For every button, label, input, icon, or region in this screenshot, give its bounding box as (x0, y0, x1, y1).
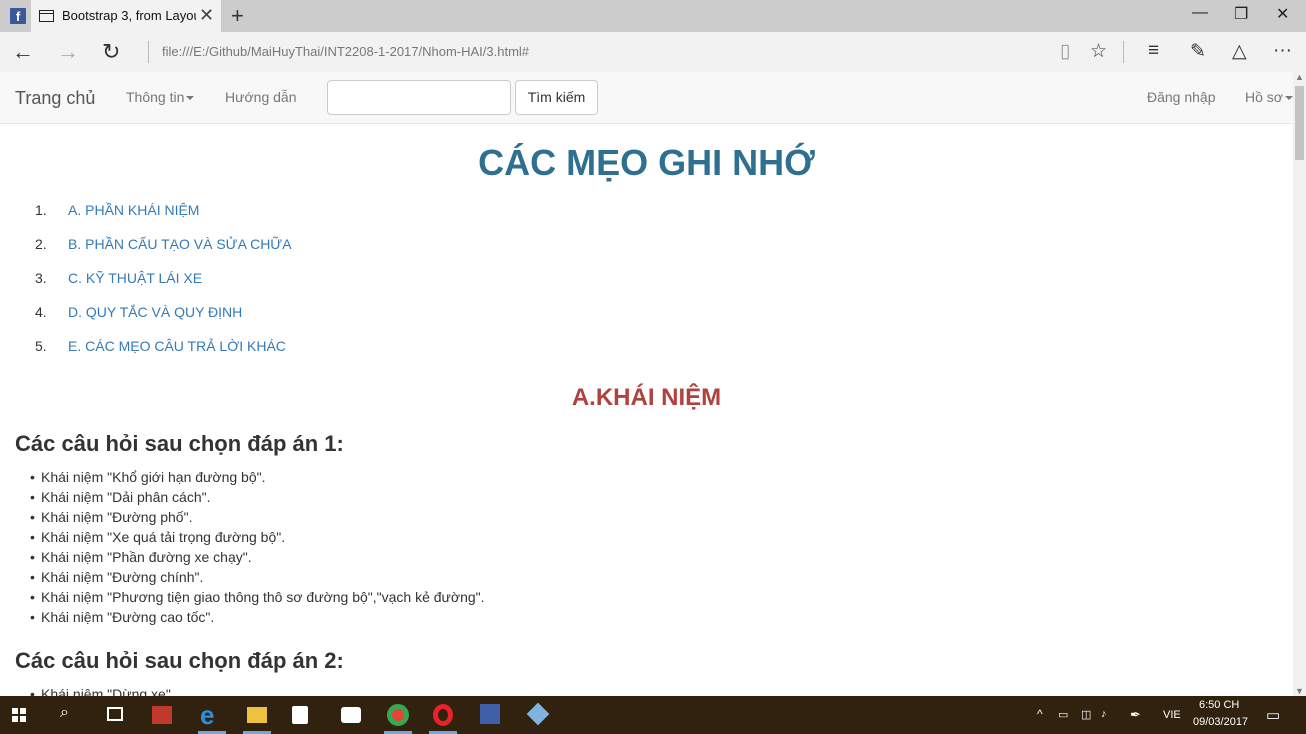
site-navbar: Trang chủ Thông tin Hướng dẫn Tìm kiếm Đ… (0, 72, 1293, 124)
back-arrow-icon[interactable]: ← (12, 39, 34, 65)
clock-time[interactable]: 6:50 CH (1199, 699, 1239, 711)
address-url-field[interactable]: file:///E:/Github/MaiHuyThai/INT2208-1-2… (162, 44, 529, 59)
info-label: Thông tin (126, 89, 185, 105)
table-of-contents: 1. A. PHẦN KHÁI NIỆM 2. B. PHẦN CẤU TẠO VÀ… (35, 202, 292, 372)
list-item: Khái niệm "Khổ giới hạn đường bộ". (30, 467, 485, 487)
toc-item: 3. C. KỸ THUẬT LÁI XE (35, 270, 292, 304)
app-icon[interactable] (152, 706, 172, 724)
toc-number: 5. (35, 338, 47, 354)
search-icon[interactable]: ⌕ (60, 704, 82, 726)
volume-icon[interactable]: ♪ (1101, 708, 1107, 720)
language-indicator[interactable]: VIE (1163, 709, 1181, 721)
toolbar-divider (1123, 41, 1124, 63)
page-icon (39, 10, 54, 22)
toc-item: 1. A. PHẦN KHÁI NIỆM (35, 202, 292, 236)
list-item: Khái niệm "Đường chính". (30, 567, 485, 587)
opera-icon[interactable] (433, 704, 453, 726)
list-item: Khái niệm "Phương tiện giao thông thô sơ… (30, 587, 485, 607)
file-explorer-icon[interactable] (247, 707, 267, 723)
search-input[interactable] (327, 80, 511, 115)
list-item: Khái niệm "Đường phố". (30, 507, 485, 527)
action-center-icon[interactable]: ▭ (1266, 706, 1280, 724)
toolbar-divider (148, 41, 149, 63)
store-icon[interactable] (292, 706, 308, 724)
toc-link[interactable]: E. CÁC MẸO CÂU TRẢ LỜI KHÁC (68, 338, 286, 354)
info-dropdown[interactable]: Thông tin (126, 89, 195, 105)
browser-tab-active[interactable]: Bootstrap 3, from Layou ✕ (31, 0, 221, 32)
concept-list: Khái niệm "Dừng xe". (30, 684, 175, 696)
toc-link[interactable]: B. PHẦN CẤU TẠO VÀ SỬA CHỮA (68, 236, 292, 252)
forward-arrow-icon[interactable]: → (57, 39, 79, 65)
list-item: Khái niệm "Dải phân cách". (30, 487, 485, 507)
scroll-up-icon[interactable]: ▲ (1295, 72, 1304, 82)
camera-icon[interactable] (341, 707, 361, 723)
toc-number: 4. (35, 304, 47, 320)
close-window-icon[interactable]: ✕ (1276, 4, 1289, 24)
list-item: Khái niệm "Phần đường xe chạy". (30, 547, 485, 567)
web-note-icon[interactable]: ✎ (1190, 40, 1206, 63)
show-hidden-icons-icon[interactable]: ^ (1037, 707, 1043, 721)
toc-item: 4. D. QUY TẮC VÀ QUY ĐỊNH (35, 304, 292, 338)
toc-link[interactable]: D. QUY TẮC VÀ QUY ĐỊNH (68, 304, 242, 320)
scroll-down-icon[interactable]: ▼ (1295, 686, 1304, 696)
guide-link[interactable]: Hướng dẫn (225, 89, 296, 105)
list-item: Khái niệm "Dừng xe". (30, 684, 175, 696)
chrome-icon[interactable] (387, 704, 409, 726)
more-icon[interactable]: ··· (1273, 40, 1292, 62)
network-icon[interactable]: ◫ (1081, 708, 1091, 721)
browser-tab-strip: f Bootstrap 3, from Layou ✕ + — ❐ ✕ (0, 0, 1306, 32)
task-view-icon[interactable] (107, 707, 123, 721)
hub-icon[interactable]: ≡ (1148, 40, 1159, 62)
close-tab-icon[interactable]: ✕ (199, 5, 214, 26)
page-scrollbar[interactable]: ▲ ▼ (1293, 72, 1306, 696)
address-toolbar: ← → ↻ file:///E:/Github/MaiHuyThai/INT22… (0, 32, 1306, 72)
edge-browser-icon[interactable]: e (200, 700, 222, 730)
tab-title: Bootstrap 3, from Layou (62, 8, 196, 23)
toc-item: 5. E. CÁC MẸO CÂU TRẢ LỜI KHÁC (35, 338, 292, 372)
toc-link[interactable]: C. KỸ THUẬT LÁI XE (68, 270, 202, 286)
share-icon[interactable]: △ (1232, 40, 1247, 63)
refresh-icon[interactable]: ↻ (102, 39, 120, 65)
profile-dropdown[interactable]: Hồ sơ (1245, 89, 1293, 105)
page-content: CÁC MẸO GHI NHỚ 1. A. PHẦN KHÁI NIỆM 2. B.… (0, 124, 1293, 696)
caret-down-icon (186, 96, 195, 101)
clock-date[interactable]: 09/03/2017 (1193, 716, 1248, 728)
concept-list: Khái niệm "Khổ giới hạn đường bộ". Khái … (30, 467, 485, 627)
favorite-star-icon[interactable]: ☆ (1090, 40, 1107, 63)
virtualbox-icon[interactable] (526, 702, 550, 726)
page-title: CÁC MẸO GHI NHỚ (478, 142, 815, 183)
caret-down-icon (1284, 96, 1293, 101)
windows-start-icon[interactable] (12, 708, 26, 722)
restore-icon[interactable]: ❐ (1234, 4, 1248, 24)
minimize-icon[interactable]: — (1192, 4, 1208, 22)
toc-number: 2. (35, 236, 47, 252)
facebook-pinned-tab-icon[interactable]: f (10, 8, 26, 24)
question-group-title: Các câu hỏi sau chọn đáp án 1: (15, 431, 344, 456)
pen-icon[interactable]: ✒ (1130, 707, 1141, 723)
toc-link[interactable]: A. PHẦN KHÁI NIỆM (68, 202, 199, 218)
dev-cpp-icon[interactable] (480, 704, 500, 724)
section-heading-a: A.KHÁI NIỆM (571, 384, 722, 411)
search-button[interactable]: Tìm kiếm (515, 80, 598, 115)
toc-number: 1. (35, 202, 47, 218)
profile-label: Hồ sơ (1245, 89, 1283, 105)
toc-item: 2. B. PHẦN CẤU TẠO VÀ SỬA CHỮA (35, 236, 292, 270)
question-group-title: Các câu hỏi sau chọn đáp án 2: (15, 648, 344, 673)
login-link[interactable]: Đăng nhập (1147, 89, 1216, 105)
toc-number: 3. (35, 270, 47, 286)
new-tab-icon[interactable]: + (231, 3, 244, 29)
battery-icon[interactable]: ▭ (1058, 708, 1068, 721)
scroll-thumb[interactable] (1295, 86, 1304, 160)
reading-view-icon[interactable]: ▯ (1060, 40, 1070, 63)
windows-taskbar: ⌕ e ^ ▭ ◫ ♪ ✒ VIE 6:50 CH 09/03/2017 ▭ (0, 696, 1306, 734)
brand-home-link[interactable]: Trang chủ (15, 88, 95, 109)
list-item: Khái niệm "Xe quá tải trọng đường bộ". (30, 527, 485, 547)
list-item: Khái niệm "Đường cao tốc". (30, 607, 485, 627)
